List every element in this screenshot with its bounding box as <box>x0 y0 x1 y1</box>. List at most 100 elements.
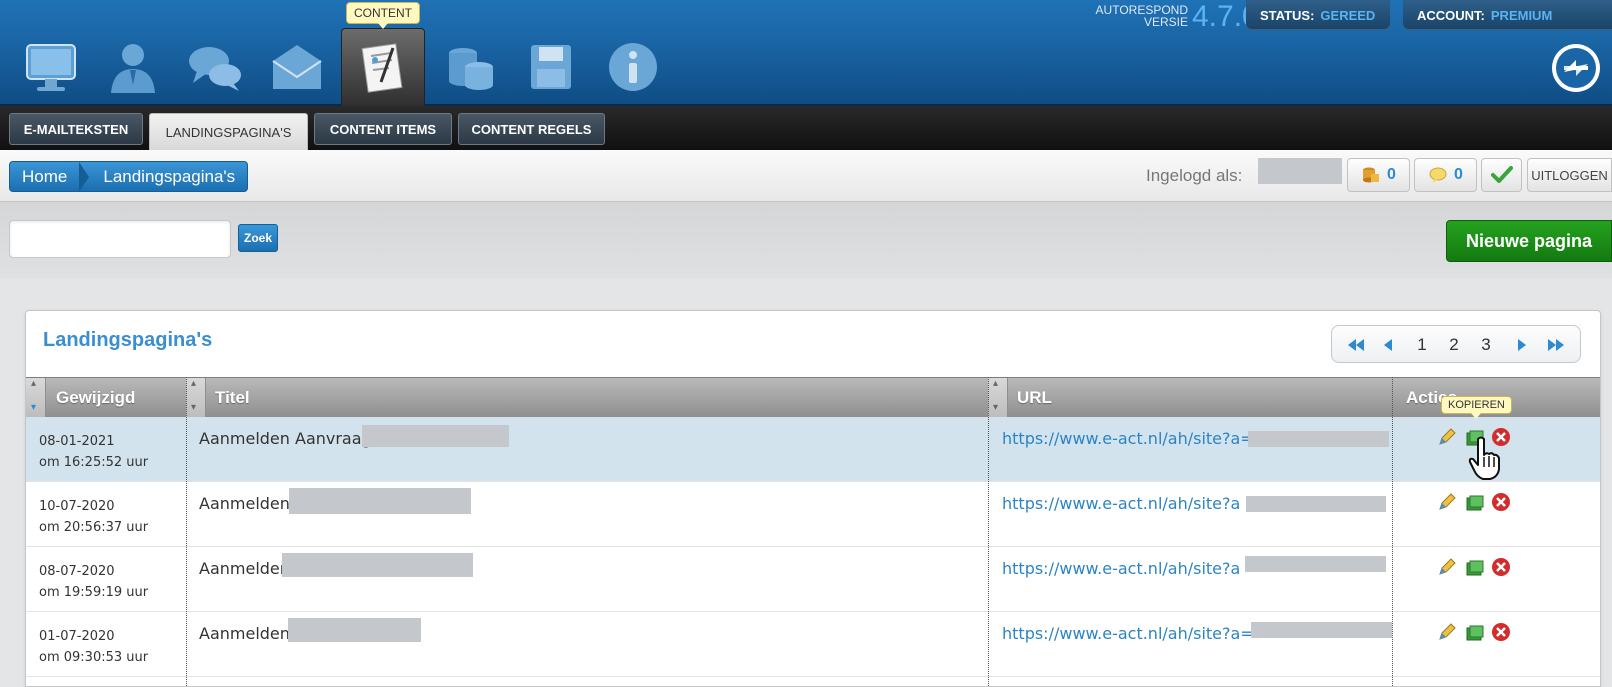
row-title[interactable]: Aanmelden Aanvraag <box>199 429 372 448</box>
row-url[interactable]: https://www.e-act.nl/ah/site?a= <box>1002 429 1254 448</box>
row-date-day: 10-07-2020 <box>39 499 115 514</box>
copy-icon[interactable] <box>1465 623 1485 643</box>
pagination: 1 2 3 <box>1331 325 1581 363</box>
app-logo-icon <box>1550 42 1602 94</box>
row-url[interactable]: https://www.e-act.nl/ah/site?a <box>1002 494 1240 513</box>
first-page-icon[interactable] <box>1344 326 1368 364</box>
delete-icon[interactable] <box>1491 557 1511 577</box>
row-title[interactable]: Aanmelden <box>199 624 290 643</box>
column-header-title[interactable]: Titel <box>215 378 250 418</box>
row-date: 01-07-2020 om 09:30:53 uur <box>39 626 148 668</box>
row-date-day: 08-01-2021 <box>39 434 115 449</box>
edit-icon[interactable] <box>1437 557 1457 577</box>
row-date-time: om 19:59:19 uur <box>39 585 149 600</box>
row-date-day: 01-07-2020 <box>39 629 115 644</box>
monitor-icon[interactable] <box>18 36 84 98</box>
content-tooltip: CONTENT <box>346 2 420 29</box>
breadcrumb-row: Home Landingspagina's Ingelogd als: 0 0 … <box>0 150 1612 202</box>
info-icon[interactable] <box>600 36 666 98</box>
delete-icon[interactable] <box>1491 622 1511 642</box>
content-icon[interactable] <box>341 28 425 106</box>
account-value: PREMIUM <box>1490 7 1553 23</box>
title-redacted <box>288 618 421 642</box>
breadcrumb-home[interactable]: Home <box>10 162 79 191</box>
edit-icon[interactable] <box>1437 622 1457 642</box>
credits-count: 0 <box>1387 166 1396 183</box>
status-badge: STATUS: GEREED <box>1246 0 1390 30</box>
row-date-day: 08-07-2020 <box>39 564 115 579</box>
column-header-url[interactable]: URL <box>1017 378 1052 418</box>
page-link-3[interactable]: 3 <box>1476 326 1496 364</box>
row-title[interactable]: Aanmelden <box>199 494 290 513</box>
prev-page-icon[interactable] <box>1378 326 1398 364</box>
search-row: Zoek Nieuwe pagina <box>0 202 1612 278</box>
sort-url-control[interactable] <box>988 378 1008 418</box>
search-input[interactable] <box>9 220 231 258</box>
search-button[interactable]: Zoek <box>238 224 278 252</box>
breadcrumb-current[interactable]: Landingspagina's <box>89 167 247 187</box>
page-link-2[interactable]: 2 <box>1444 326 1464 364</box>
breadcrumb: Home Landingspagina's <box>9 161 249 192</box>
url-redacted <box>1251 622 1392 638</box>
column-header-modified[interactable]: Gewijzigd <box>56 378 135 418</box>
row-date: 08-07-2020 om 19:59:19 uur <box>39 561 148 603</box>
panel-title: Landingspagina's <box>43 329 213 351</box>
row-title[interactable]: Aanmelden <box>199 559 290 578</box>
column-divider <box>1392 377 1393 686</box>
tab-content-regels[interactable]: CONTENT REGELS <box>458 113 605 145</box>
username-redacted <box>1258 158 1342 184</box>
title-redacted <box>362 425 509 447</box>
credits-button[interactable]: 0 <box>1347 158 1410 192</box>
row-url[interactable]: https://www.e-act.nl/ah/site?a= <box>1002 624 1254 643</box>
logged-in-label: Ingelogd als: <box>1146 166 1243 185</box>
copy-icon[interactable] <box>1465 558 1485 578</box>
tab-emailteksten[interactable]: E-MAILTEKSTEN <box>9 113 143 145</box>
tab-landingspaginas[interactable]: LANDINGSPAGINA'S <box>149 113 308 152</box>
check-button[interactable] <box>1481 158 1522 192</box>
table-row[interactable]: 10-07-2020 om 20:56:37 uur Aanmelden http… <box>26 482 1600 547</box>
tab-content-items[interactable]: CONTENT ITEMS <box>314 113 452 145</box>
edit-icon[interactable] <box>1437 492 1457 512</box>
tab-bar: E-MAILTEKSTEN LANDINGSPAGINA'S CONTENT I… <box>0 106 1612 152</box>
account-badge: ACCOUNT: PREMIUM <box>1403 0 1612 30</box>
table-row[interactable]: 08-01-2021 om 16:25:52 uur Aanmelden Aanv… <box>26 417 1600 482</box>
chat-icon[interactable] <box>182 36 248 98</box>
last-page-icon[interactable] <box>1544 326 1568 364</box>
column-divider <box>186 377 187 686</box>
delete-icon[interactable] <box>1491 492 1511 512</box>
row-date: 08-01-2021 om 16:25:52 uur <box>39 431 148 473</box>
row-url[interactable]: https://www.e-act.nl/ah/site?a <box>1002 559 1240 578</box>
sort-modified-control[interactable] <box>26 378 46 418</box>
copy-tooltip: KOPIEREN <box>1441 396 1512 419</box>
messages-button[interactable]: 0 <box>1414 158 1477 192</box>
version-label-line2: VERSIE <box>1143 15 1188 29</box>
version-label: AUTORESPOND VERSIE <box>1062 4 1188 28</box>
sort-title-control[interactable] <box>186 378 206 418</box>
coins-small-icon <box>1363 167 1380 183</box>
landing-pages-panel: Landingspagina's 1 2 3 Gewijzigd Titel U… <box>25 310 1601 687</box>
table-header: Gewijzigd Titel URL Acties <box>26 377 1600 418</box>
save-icon[interactable] <box>518 36 584 98</box>
coins-icon[interactable] <box>436 36 502 98</box>
breadcrumb-separator <box>79 161 90 192</box>
new-page-button[interactable]: Nieuwe pagina <box>1446 220 1612 262</box>
column-divider <box>988 377 989 686</box>
messages-count: 0 <box>1454 166 1463 183</box>
next-page-icon[interactable] <box>1512 326 1532 364</box>
page-link-1[interactable]: 1 <box>1412 326 1432 364</box>
copy-icon[interactable] <box>1465 493 1485 513</box>
table-row[interactable]: 01-07-2020 om 09:30:53 uur Aanmelden http… <box>26 612 1600 677</box>
edit-icon[interactable] <box>1437 427 1457 447</box>
mail-icon[interactable] <box>264 36 330 98</box>
logout-button[interactable]: UITLOGGEN <box>1527 158 1612 192</box>
user-icon[interactable] <box>100 36 166 98</box>
row-date-time: om 16:25:52 uur <box>39 455 149 470</box>
status-value: GEREED <box>1320 7 1376 23</box>
hand-cursor-icon <box>1468 435 1502 481</box>
row-date-time: om 09:30:53 uur <box>39 650 149 665</box>
top-bar: CONTENT AUTORESPOND VERSIE 4.7.0 STATUS:… <box>0 0 1612 106</box>
url-redacted <box>1245 556 1386 572</box>
message-small-icon <box>1429 167 1447 183</box>
row-date-time: om 20:56:37 uur <box>39 520 149 535</box>
table-row[interactable]: 08-07-2020 om 19:59:19 uur Aanmelden http… <box>26 547 1600 612</box>
